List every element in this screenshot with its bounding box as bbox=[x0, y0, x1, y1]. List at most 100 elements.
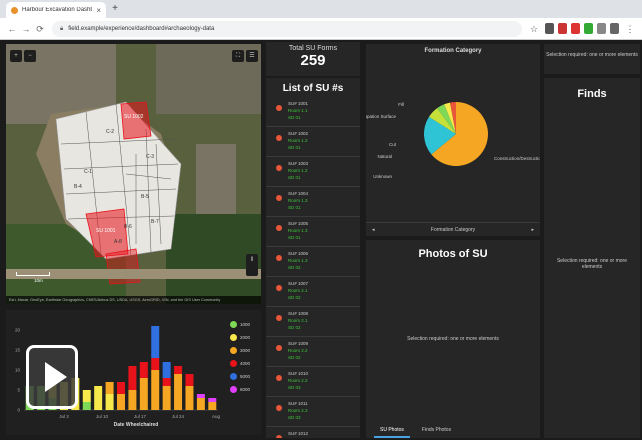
prev-arrow-icon[interactable]: ◂ bbox=[372, 227, 375, 233]
su-number: SU# 1008 bbox=[288, 311, 309, 316]
su-list-item[interactable]: SU# 1011 Room 2.3 SD 03 bbox=[266, 397, 360, 427]
bookmark-star-icon[interactable]: ☆ bbox=[528, 22, 540, 36]
legend-label: 4000 bbox=[240, 361, 251, 366]
bar-segment[interactable] bbox=[174, 374, 183, 410]
extension-icon[interactable] bbox=[610, 23, 619, 34]
bar-segment[interactable] bbox=[139, 362, 148, 378]
highlight-label: SU 1001 bbox=[96, 228, 116, 234]
bar-segment[interactable] bbox=[128, 390, 137, 410]
su-number: SU# 1001 bbox=[288, 101, 309, 106]
tab-su-photos[interactable]: SU Photos bbox=[374, 422, 410, 438]
legend-swatch bbox=[230, 373, 237, 380]
bar-segment[interactable] bbox=[185, 374, 194, 386]
su-list-item[interactable]: SU# 1010 Room 2.2 SD 03 bbox=[266, 367, 360, 397]
su-room: Room 2.2 bbox=[288, 348, 308, 353]
browser-tab[interactable]: Harbour Excavation Dashboard × bbox=[6, 2, 106, 18]
su-list-item[interactable]: SU# 1008 Room 2.1 SD 02 bbox=[266, 307, 360, 337]
bar-segment[interactable] bbox=[174, 366, 183, 374]
su-date: SD 01 bbox=[288, 115, 301, 120]
zoom-out-button[interactable]: − bbox=[24, 50, 36, 62]
su-date: SD 02 bbox=[288, 265, 301, 270]
bar-segment[interactable] bbox=[151, 358, 160, 370]
location-pin-icon bbox=[276, 255, 282, 261]
su-list-item[interactable]: SU# 1012Room 2.3SD 03 bbox=[266, 427, 360, 438]
su-list: SU# 1001 Room 1.1 SD 01 SU# 1002 Room 1.2 SD … bbox=[266, 97, 360, 438]
extension-icon[interactable] bbox=[571, 23, 580, 34]
su-room: Room 1.3 bbox=[288, 228, 308, 233]
legend-item[interactable]: 6000 bbox=[230, 383, 260, 396]
bar-segment[interactable] bbox=[162, 386, 171, 410]
photos-tabs: SU Photos Finds Photos bbox=[366, 422, 540, 438]
address-bar[interactable]: 🔒︎ field.example/experience/dashboard#ar… bbox=[52, 21, 522, 37]
forward-icon[interactable]: → bbox=[20, 22, 32, 36]
su-list-item[interactable]: SU# 1009 Room 2.2 SD 02 bbox=[266, 337, 360, 367]
bar-segment[interactable] bbox=[117, 382, 125, 394]
su-list-item[interactable]: SU# 1002 Room 1.2 SD 01 bbox=[266, 127, 360, 157]
x-tick-label: Jul 24 bbox=[172, 414, 185, 419]
back-icon[interactable]: ← bbox=[6, 22, 18, 36]
su-list-item[interactable]: SU# 1001 Room 1.1 SD 01 bbox=[266, 97, 360, 127]
highlight-label: SU 1002 bbox=[124, 114, 144, 120]
bar-segment[interactable] bbox=[117, 394, 125, 410]
bar-segment[interactable] bbox=[105, 382, 114, 394]
legend-item[interactable]: 1000 bbox=[230, 318, 260, 331]
bar-segment[interactable] bbox=[208, 398, 217, 402]
bar-segment[interactable] bbox=[185, 386, 194, 410]
legend-item[interactable]: 5000 bbox=[230, 370, 260, 383]
browser-menu-icon[interactable]: ⋮ bbox=[624, 22, 636, 36]
legend-item[interactable]: 2000 bbox=[230, 331, 260, 344]
su-date: SD 01 bbox=[288, 145, 301, 150]
bar-segment[interactable] bbox=[208, 402, 217, 410]
legend-item[interactable]: 4000 bbox=[230, 357, 260, 370]
bar-segment[interactable] bbox=[139, 378, 148, 410]
su-date: SD 02 bbox=[288, 355, 301, 360]
bar-segment[interactable] bbox=[196, 394, 205, 398]
pie-footer: ◂ Formation Category ▸ bbox=[366, 222, 540, 236]
extension-icon[interactable] bbox=[584, 23, 593, 34]
extension-icon[interactable] bbox=[545, 23, 554, 34]
bar-segment[interactable] bbox=[105, 394, 114, 410]
total-su-card: Total SU Forms 259 bbox=[266, 42, 360, 76]
new-tab-button[interactable]: + bbox=[108, 2, 122, 16]
su-list-item[interactable]: SU# 1004 Room 1.3 SD 01 bbox=[266, 187, 360, 217]
scale-label: 10m bbox=[34, 278, 43, 283]
close-tab-icon[interactable]: × bbox=[96, 6, 101, 15]
su-date: SD 01 bbox=[288, 205, 301, 210]
url-text: field.example/experience/dashboard#archa… bbox=[68, 26, 215, 32]
map-view[interactable]: C-1 C-2 C-3 B-4 B-5 B-6 B-7 A-8 SU 1001 … bbox=[6, 44, 261, 304]
next-arrow-icon[interactable]: ▸ bbox=[531, 227, 534, 233]
bar-segment[interactable] bbox=[151, 370, 160, 410]
bar-segment[interactable] bbox=[196, 398, 205, 410]
satellite-map bbox=[6, 44, 261, 304]
su-list-item[interactable]: SU# 1003 Room 1.2 SD 01 bbox=[266, 157, 360, 187]
polygon-label: B-5 bbox=[141, 194, 149, 200]
bar-segment[interactable] bbox=[82, 390, 91, 402]
fullscreen-icon[interactable]: ⛶ bbox=[232, 50, 244, 62]
map-side-toggle[interactable]: ‖ bbox=[246, 254, 258, 276]
su-list-item[interactable]: SU# 1005 Room 1.3 SD 01 bbox=[266, 217, 360, 247]
bar-segment[interactable] bbox=[162, 378, 171, 386]
y-tick-label: 0 bbox=[17, 408, 20, 413]
legend-item[interactable]: 3000 bbox=[230, 344, 260, 357]
bar-segment[interactable] bbox=[128, 366, 137, 390]
x-tick-label: Jul 10 bbox=[96, 414, 109, 419]
play-button[interactable] bbox=[26, 345, 78, 409]
su-list-item[interactable]: SU# 1006 Room 1.3 SD 02 bbox=[266, 247, 360, 277]
zoom-in-button[interactable]: + bbox=[10, 50, 22, 62]
su-list-item[interactable]: SU# 1007 Room 2.1 SD 02 bbox=[266, 277, 360, 307]
su-room: Room 2.2 bbox=[288, 378, 308, 383]
reload-icon[interactable]: ⟳ bbox=[34, 22, 46, 36]
extension-icon[interactable] bbox=[558, 23, 567, 34]
bar-segment[interactable] bbox=[82, 402, 91, 410]
extension-icon[interactable] bbox=[597, 23, 606, 34]
su-room: Room 2.1 bbox=[288, 318, 308, 323]
pie-label: Natural bbox=[377, 154, 392, 159]
browser-tab-bar: Harbour Excavation Dashboard × + bbox=[0, 0, 642, 18]
bar-segment[interactable] bbox=[151, 326, 160, 358]
bar-segment[interactable] bbox=[162, 362, 171, 378]
su-room: Room 1.2 bbox=[288, 138, 308, 143]
layers-icon[interactable]: ☰ bbox=[246, 50, 258, 62]
tab-finds-photos[interactable]: Finds Photos bbox=[416, 422, 457, 438]
legend-swatch bbox=[230, 334, 237, 341]
bar-segment[interactable] bbox=[94, 386, 103, 410]
